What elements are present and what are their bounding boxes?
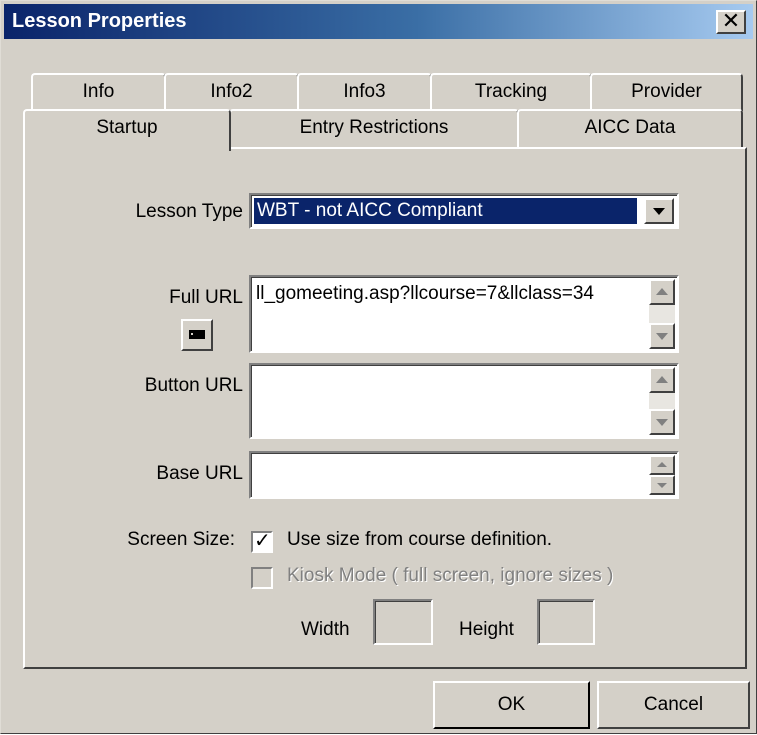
full-url-label: Full URL <box>169 287 243 308</box>
lesson-properties-dialog: Lesson Properties ✕ Info Info2 Info3 Tra… <box>0 0 757 734</box>
scroll-up-button[interactable] <box>649 279 675 305</box>
ok-button[interactable]: OK <box>433 681 590 729</box>
scroll-up-button[interactable] <box>649 367 675 393</box>
use-course-size-label: Use size from course definition. <box>287 529 553 550</box>
scroll-down-button[interactable] <box>649 409 675 435</box>
chevron-down-icon <box>656 419 668 426</box>
chevron-up-icon <box>657 462 667 467</box>
chevron-down-icon <box>657 483 667 488</box>
height-input[interactable] <box>537 599 595 645</box>
button-url-label: Button URL <box>144 375 243 396</box>
scroll-down-button[interactable] <box>649 475 675 495</box>
chevron-down-icon <box>656 333 668 340</box>
lesson-type-dropdown-button[interactable] <box>644 198 674 224</box>
width-input[interactable] <box>373 599 433 645</box>
ellipsis-icon <box>189 330 205 339</box>
kiosk-mode-checkbox[interactable] <box>251 567 273 589</box>
screen-size-label: Screen Size: <box>127 529 235 550</box>
full-url-scrollbar[interactable] <box>649 279 675 349</box>
scroll-down-button[interactable] <box>649 323 675 349</box>
lesson-type-label: Lesson Type <box>135 201 243 222</box>
width-label: Width <box>301 619 350 640</box>
full-url-input[interactable]: ll_gomeeting.asp?llcourse=7&llclass=34 <box>249 275 679 353</box>
cancel-button[interactable]: Cancel <box>597 681 750 729</box>
startup-form: Lesson Type WBT - not AICC Compliant Ful… <box>1 1 757 735</box>
chevron-up-icon <box>656 288 668 295</box>
use-course-size-checkbox[interactable]: ✓ <box>251 528 273 553</box>
scroll-up-button[interactable] <box>649 455 675 475</box>
ok-button-label: OK <box>497 694 526 715</box>
height-label: Height <box>459 619 514 640</box>
chevron-down-icon <box>653 208 665 215</box>
base-url-scrollbar[interactable] <box>649 455 675 495</box>
chevron-up-icon <box>656 376 668 383</box>
lesson-type-value: WBT - not AICC Compliant <box>254 198 637 224</box>
full-url-editor-button[interactable] <box>181 319 213 351</box>
cancel-button-label: Cancel <box>643 694 704 715</box>
checkmark-icon: ✓ <box>254 528 271 552</box>
button-url-scrollbar[interactable] <box>649 367 675 435</box>
button-url-input[interactable] <box>249 363 679 439</box>
full-url-value: ll_gomeeting.asp?llcourse=7&llclass=34 <box>256 283 594 304</box>
kiosk-mode-label: Kiosk Mode ( full screen, ignore sizes ) <box>287 565 614 586</box>
lesson-type-select[interactable]: WBT - not AICC Compliant <box>249 193 679 229</box>
base-url-input[interactable] <box>249 451 679 499</box>
base-url-label: Base URL <box>156 463 243 484</box>
